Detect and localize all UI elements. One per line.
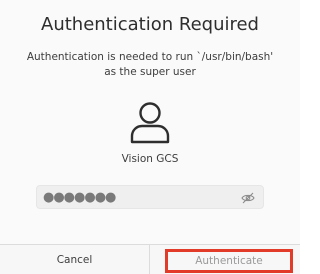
eye-slash-icon[interactable]: [241, 191, 255, 205]
auth-message-line2: as the super user: [104, 66, 196, 78]
password-input[interactable]: ●●●●●●●: [36, 185, 264, 209]
user-avatar-icon: [130, 102, 170, 144]
dialog-title: Authentication Required: [41, 14, 259, 35]
user-name: Vision GCS: [121, 153, 179, 165]
button-row: Cancel Authenticate: [0, 244, 300, 274]
authenticate-button[interactable]: Authenticate: [165, 249, 293, 273]
password-mask: ●●●●●●●: [43, 190, 116, 205]
auth-message: Authentication is needed to run `/usr/bi…: [0, 50, 300, 80]
auth-message-line1: Authentication is needed to run `/usr/bi…: [26, 51, 274, 63]
cancel-button[interactable]: Cancel: [0, 245, 150, 274]
auth-dialog: Authentication Required Authentication i…: [0, 0, 300, 274]
